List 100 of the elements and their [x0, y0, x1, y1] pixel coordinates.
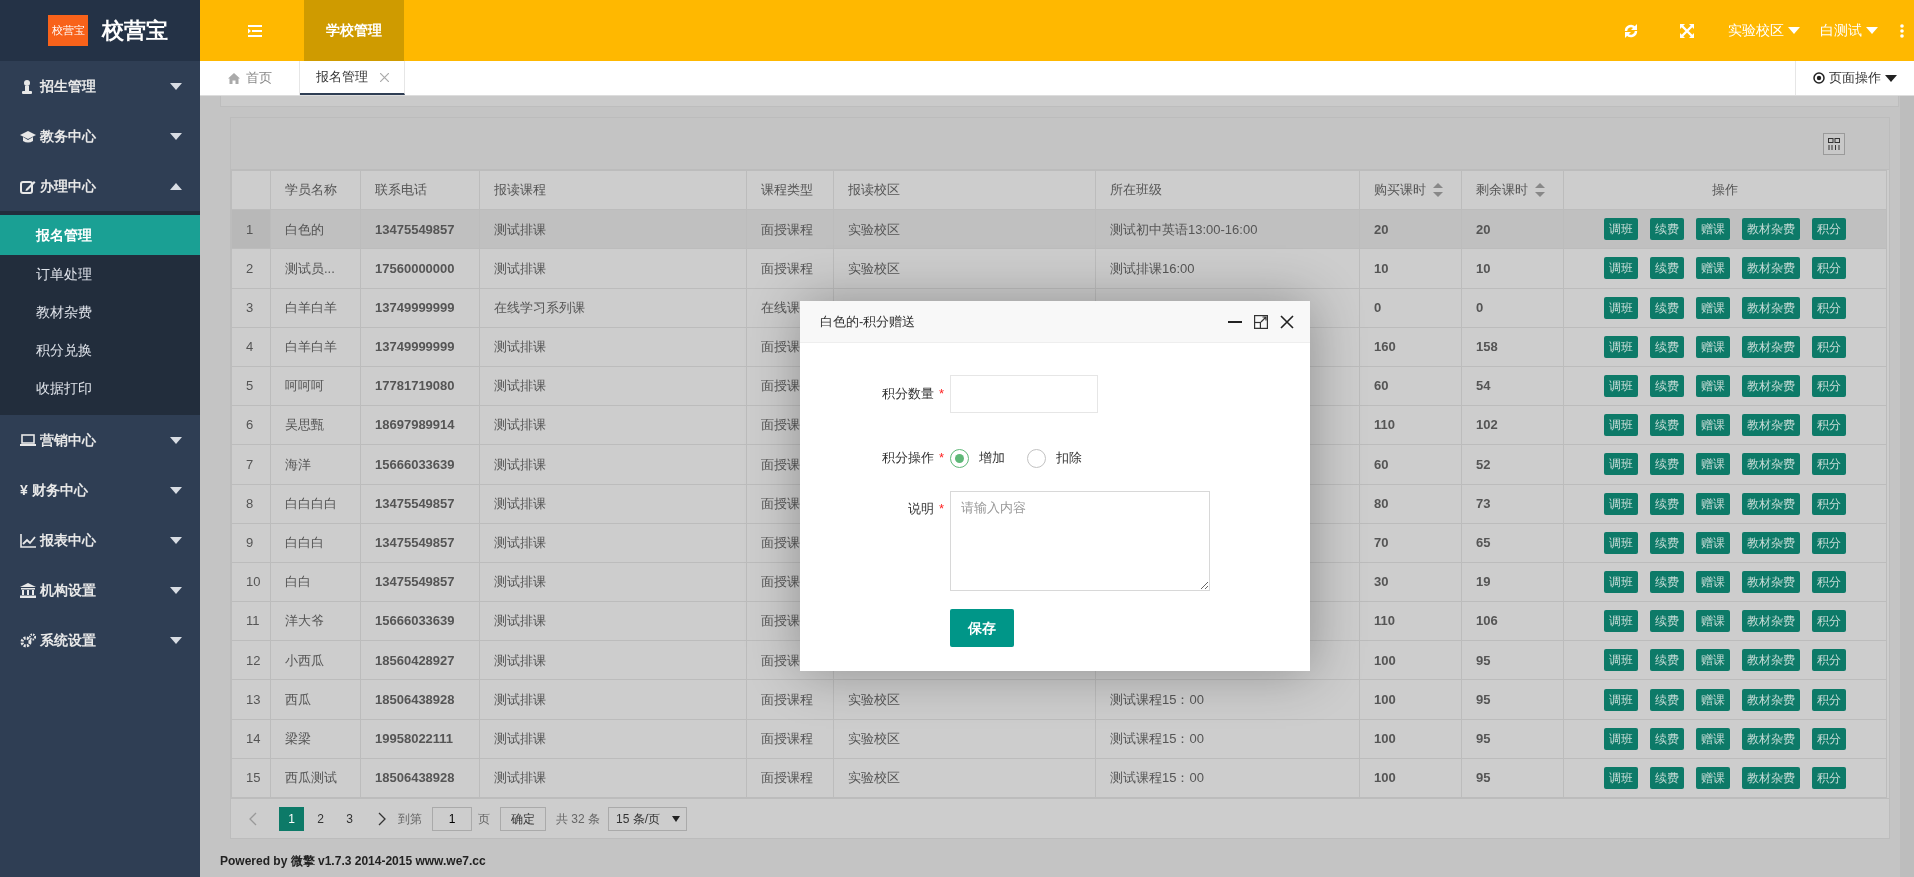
- action-button[interactable]: 积分: [1812, 218, 1846, 241]
- action-button[interactable]: 教材杂费: [1742, 453, 1800, 476]
- action-button[interactable]: 积分: [1812, 570, 1846, 593]
- action-button[interactable]: 积分: [1812, 296, 1846, 319]
- page-button[interactable]: 2: [308, 806, 333, 831]
- maximize-icon[interactable]: [1254, 314, 1268, 329]
- action-button[interactable]: 续费: [1650, 570, 1684, 593]
- action-button[interactable]: 续费: [1650, 453, 1684, 476]
- save-button[interactable]: 保存: [950, 609, 1014, 647]
- action-button[interactable]: 调班: [1604, 335, 1638, 358]
- action-button[interactable]: 教材杂费: [1742, 257, 1800, 280]
- action-button[interactable]: 教材杂费: [1742, 335, 1800, 358]
- scrollbar[interactable]: [1900, 96, 1914, 877]
- action-button[interactable]: 教材杂费: [1742, 414, 1800, 437]
- action-button[interactable]: 积分: [1812, 649, 1846, 672]
- action-button[interactable]: 积分: [1812, 257, 1846, 280]
- page-button[interactable]: 1: [279, 806, 304, 831]
- page-input[interactable]: 1: [432, 806, 472, 831]
- sidebar-group[interactable]: 办理中心: [0, 161, 200, 211]
- sidebar-item[interactable]: 收据打印: [0, 369, 200, 407]
- action-button[interactable]: 赠课: [1696, 727, 1730, 750]
- sort-icon[interactable]: [1534, 183, 1545, 198]
- action-button[interactable]: 调班: [1604, 688, 1638, 711]
- action-button[interactable]: 调班: [1604, 610, 1638, 633]
- action-button[interactable]: 积分: [1812, 766, 1846, 789]
- action-button[interactable]: 续费: [1650, 610, 1684, 633]
- action-button[interactable]: 续费: [1650, 218, 1684, 241]
- action-button[interactable]: 积分: [1812, 688, 1846, 711]
- action-button[interactable]: 赠课: [1696, 570, 1730, 593]
- sidebar-group[interactable]: 机构设置: [0, 565, 200, 615]
- action-button[interactable]: 积分: [1812, 414, 1846, 437]
- chevron-right-icon[interactable]: [378, 811, 386, 826]
- radio-option[interactable]: 扣除: [1027, 448, 1082, 468]
- close-icon[interactable]: [1280, 314, 1294, 329]
- columns-button[interactable]: [1823, 132, 1845, 155]
- sidebar-group[interactable]: 教务中心: [0, 111, 200, 161]
- action-button[interactable]: 调班: [1604, 257, 1638, 280]
- action-button[interactable]: 教材杂费: [1742, 218, 1800, 241]
- sidebar-group[interactable]: 营销中心: [0, 415, 200, 465]
- action-button[interactable]: 续费: [1650, 766, 1684, 789]
- action-button[interactable]: 调班: [1604, 218, 1638, 241]
- action-button[interactable]: 积分: [1812, 492, 1846, 515]
- sidebar-item[interactable]: 报名管理: [0, 215, 200, 255]
- sidebar-group[interactable]: ¥ 财务中心: [0, 465, 200, 515]
- sidebar-group[interactable]: 招生管理: [0, 61, 200, 111]
- action-button[interactable]: 赠课: [1696, 375, 1730, 398]
- confirm-button[interactable]: 确定: [500, 806, 546, 831]
- sidebar-group[interactable]: 报表中心: [0, 515, 200, 565]
- sort-icon[interactable]: [1432, 183, 1443, 198]
- action-button[interactable]: 续费: [1650, 257, 1684, 280]
- action-button[interactable]: 教材杂费: [1742, 610, 1800, 633]
- action-button[interactable]: 教材杂费: [1742, 531, 1800, 554]
- action-button[interactable]: 赠课: [1696, 649, 1730, 672]
- action-button[interactable]: 积分: [1812, 453, 1846, 476]
- action-button[interactable]: 调班: [1604, 727, 1638, 750]
- sidebar-item[interactable]: 积分兑换: [0, 331, 200, 369]
- radio-option[interactable]: 增加: [950, 448, 1005, 468]
- action-button[interactable]: 赠课: [1696, 492, 1730, 515]
- action-button[interactable]: 赠课: [1696, 688, 1730, 711]
- page-size-select[interactable]: 15 条/页: [608, 806, 688, 831]
- action-button[interactable]: 积分: [1812, 531, 1846, 554]
- action-button[interactable]: 调班: [1604, 531, 1638, 554]
- action-button[interactable]: 续费: [1650, 414, 1684, 437]
- action-button[interactable]: 教材杂费: [1742, 570, 1800, 593]
- action-button[interactable]: 续费: [1650, 727, 1684, 750]
- sidebar-item[interactable]: 教材杂费: [0, 293, 200, 331]
- action-button[interactable]: 续费: [1650, 296, 1684, 319]
- action-button[interactable]: 调班: [1604, 453, 1638, 476]
- action-button[interactable]: 续费: [1650, 335, 1684, 358]
- action-button[interactable]: 续费: [1650, 649, 1684, 672]
- action-button[interactable]: 教材杂费: [1742, 727, 1800, 750]
- action-button[interactable]: 教材杂费: [1742, 688, 1800, 711]
- page-tab[interactable]: 首页: [200, 61, 300, 95]
- action-button[interactable]: 赠课: [1696, 453, 1730, 476]
- action-button[interactable]: 调班: [1604, 296, 1638, 319]
- action-button[interactable]: 调班: [1604, 766, 1638, 789]
- nav-tab[interactable]: 学校管理: [304, 0, 404, 61]
- sidebar-item[interactable]: 订单处理: [0, 255, 200, 293]
- action-button[interactable]: 调班: [1604, 414, 1638, 437]
- action-button[interactable]: 调班: [1604, 492, 1638, 515]
- action-button[interactable]: 调班: [1604, 649, 1638, 672]
- sidebar-group[interactable]: 系统设置: [0, 615, 200, 665]
- action-button[interactable]: 教材杂费: [1742, 296, 1800, 319]
- action-button[interactable]: 赠课: [1696, 335, 1730, 358]
- action-button[interactable]: 教材杂费: [1742, 492, 1800, 515]
- page-actions-dropdown[interactable]: 页面操作: [1795, 61, 1914, 95]
- action-button[interactable]: 赠课: [1696, 296, 1730, 319]
- action-button[interactable]: 赠课: [1696, 414, 1730, 437]
- action-button[interactable]: 教材杂费: [1742, 766, 1800, 789]
- action-button[interactable]: 积分: [1812, 727, 1846, 750]
- action-button[interactable]: 续费: [1650, 375, 1684, 398]
- action-button[interactable]: 教材杂费: [1742, 649, 1800, 672]
- action-button[interactable]: 赠课: [1696, 766, 1730, 789]
- action-button[interactable]: 赠课: [1696, 531, 1730, 554]
- action-button[interactable]: 赠课: [1696, 218, 1730, 241]
- action-button[interactable]: 调班: [1604, 375, 1638, 398]
- action-button[interactable]: 积分: [1812, 375, 1846, 398]
- text-input[interactable]: [950, 375, 1098, 413]
- chevron-left-icon[interactable]: [249, 811, 257, 826]
- action-button[interactable]: 续费: [1650, 531, 1684, 554]
